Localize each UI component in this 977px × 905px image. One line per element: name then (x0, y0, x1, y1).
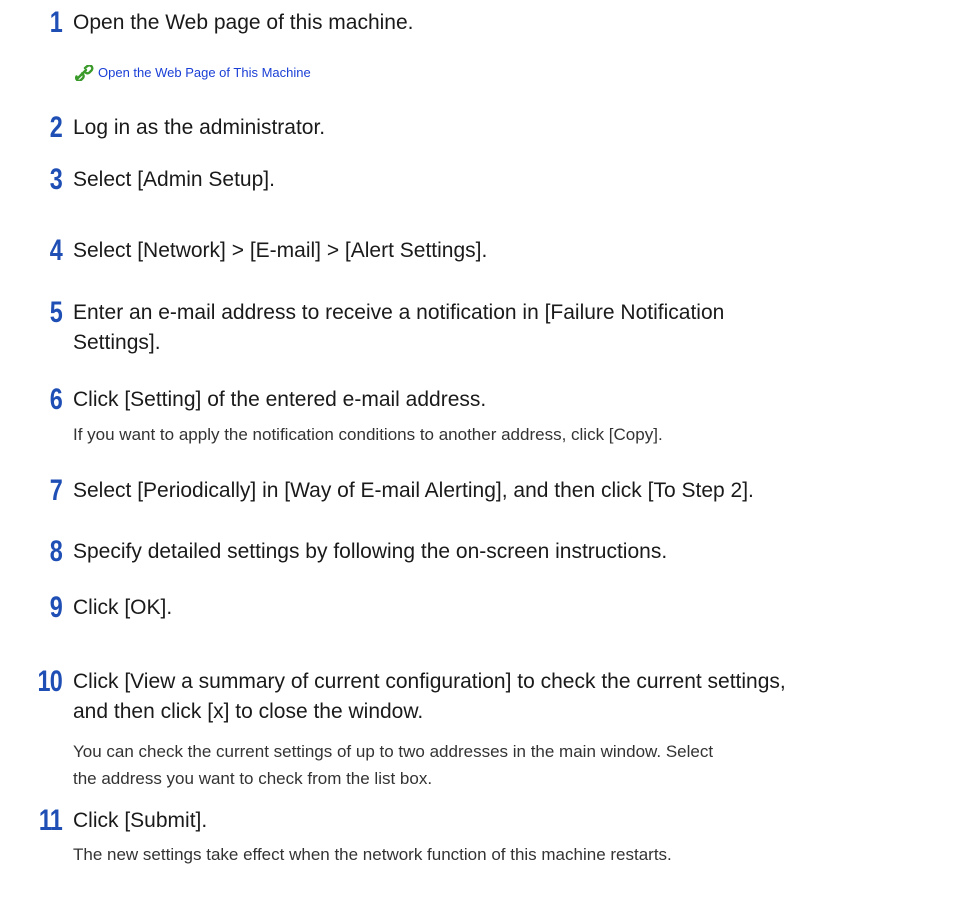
step-number: 6 (49, 383, 63, 416)
step-number: 8 (49, 535, 63, 568)
step-text: Select [Periodically] in [Way of E-mail … (73, 479, 754, 502)
step-text-line-2: and then click [x] to close the window. (73, 700, 424, 723)
step-number: 9 (49, 591, 63, 624)
link-label: Open the Web Page of This Machine (98, 65, 311, 80)
step-number: 1 (49, 6, 63, 39)
step-text: Click [Setting] of the entered e-mail ad… (73, 388, 487, 411)
step-text-line-1: Enter an e-mail address to receive a not… (73, 301, 725, 324)
step-text: Click [OK]. (73, 596, 173, 619)
step-text: Log in as the administrator. (73, 116, 326, 139)
step-number: 11 (38, 804, 63, 837)
step-number: 4 (49, 234, 63, 267)
step-text-line-2: Settings]. (73, 331, 161, 354)
step-text: Click [Submit]. (73, 809, 208, 832)
step-text: Select [Network] > [E-mail] > [Alert Set… (73, 239, 488, 262)
step-note: If you want to apply the notification co… (73, 425, 663, 444)
step-number: 2 (49, 111, 63, 144)
step-number: 5 (49, 296, 63, 329)
step-text-line-1: Click [View a summary of current configu… (73, 670, 786, 693)
step-text: Open the Web page of this machine. (73, 11, 414, 34)
link-chain-icon (75, 65, 94, 81)
step-text: Specify detailed settings by following t… (73, 540, 668, 563)
step-number: 10 (37, 665, 63, 698)
step-number: 3 (49, 163, 63, 196)
step-note-line-2: the address you want to check from the l… (73, 769, 433, 788)
open-web-page-link[interactable]: Open the Web Page of This Machine (74, 63, 311, 83)
step-note: The new settings take effect when the ne… (73, 845, 672, 864)
procedure-page: 1 Open the Web page of this machine. Ope… (0, 0, 977, 905)
step-text: Select [Admin Setup]. (73, 168, 275, 191)
step-number: 7 (49, 474, 63, 507)
step-note-line-1: You can check the current settings of up… (73, 742, 714, 761)
